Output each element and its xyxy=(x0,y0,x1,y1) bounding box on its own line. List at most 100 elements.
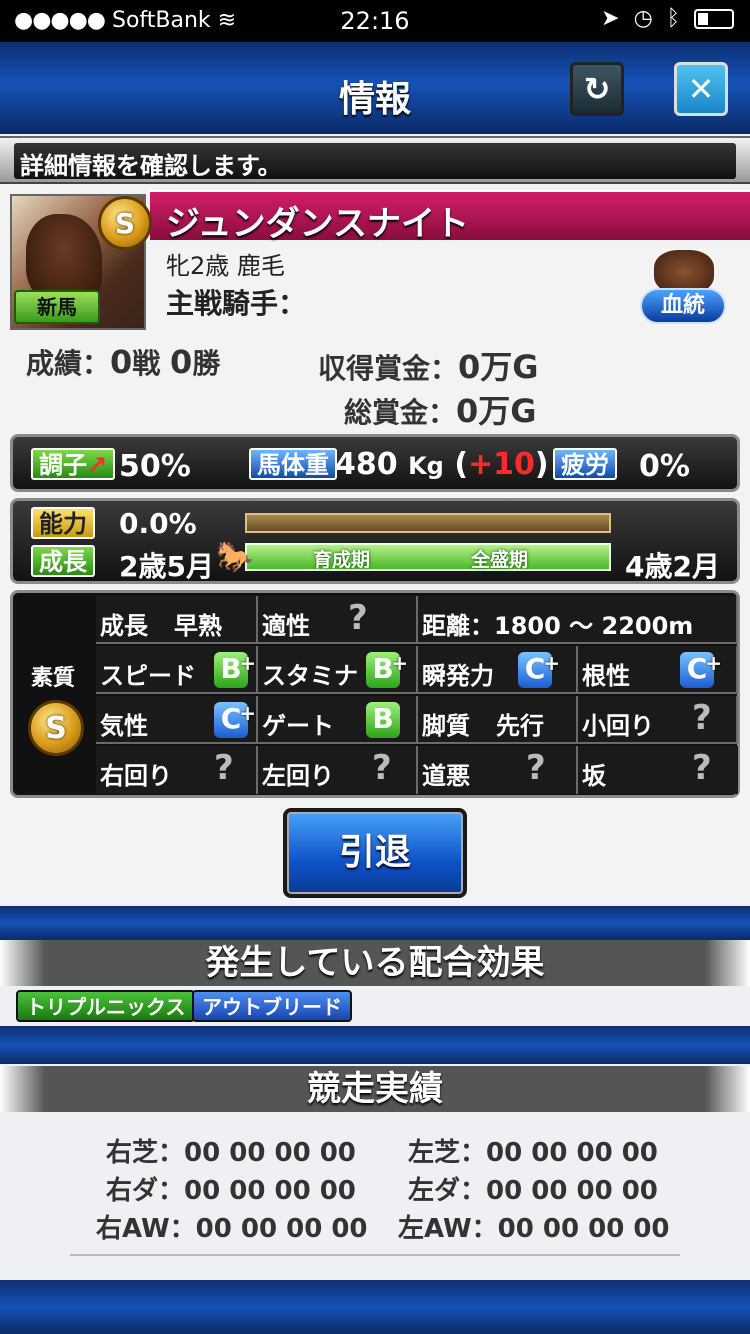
aptitude-rank-badge: S xyxy=(28,700,84,756)
close-button[interactable]: ✕ xyxy=(674,62,728,116)
distance-value: 1800 〜 2200m xyxy=(494,612,694,640)
new-horse-badge: 新馬 xyxy=(14,290,100,324)
tight-turn-label: 小回り xyxy=(582,712,654,740)
paren-close: ) xyxy=(534,447,549,482)
pedigree-label: 血統 xyxy=(640,288,726,324)
left-turn-label: 左回り xyxy=(262,762,334,790)
distance-cell: 距離：1800 〜 2200m xyxy=(418,596,738,644)
plus-icon: + xyxy=(239,701,256,725)
bluetooth-icon: ᛒ xyxy=(666,6,680,31)
growth-type-value: 早熟 xyxy=(174,612,222,640)
refresh-icon: ↻ xyxy=(583,70,611,108)
effect-badge: アウトブリード xyxy=(192,990,352,1022)
result-row: 左ダ：00 00 00 00 xyxy=(408,1170,658,1207)
section-divider xyxy=(0,906,750,940)
fatigue-label: 疲労 xyxy=(553,448,617,480)
left-turn-cell: 左回り? xyxy=(258,746,418,794)
effect-badge: トリプルニックス xyxy=(16,990,196,1022)
guts-label: 根性 xyxy=(582,662,630,690)
unknown-icon: ? xyxy=(348,598,368,638)
temperament-cell: 気性 C + xyxy=(96,696,258,744)
result-row: 右AW：00 00 00 00 xyxy=(96,1208,368,1245)
unknown-icon: ? xyxy=(214,748,234,788)
body-weight: 480 Kg (+10) xyxy=(335,447,549,482)
result-value: 00 00 00 00 xyxy=(184,1176,356,1206)
earned-prize: 収得賞金：0万G xyxy=(318,342,539,388)
races-value: 0 xyxy=(110,343,133,381)
growth-bar: 育成期 全盛期 xyxy=(245,543,611,571)
result-value: 00 00 00 00 xyxy=(486,1138,658,1168)
result-label: 右芝： xyxy=(106,1138,185,1168)
bottom-bar xyxy=(0,1280,750,1334)
growth-label: 成長 xyxy=(31,545,95,577)
growth-end: 4歳2月 xyxy=(625,550,720,583)
wins-value: 0 xyxy=(170,343,193,381)
speed-label: スピード xyxy=(100,662,196,690)
races-unit: 戦 xyxy=(132,347,161,380)
tight-turn-cell: 小回り? xyxy=(578,696,738,744)
horse-name: ジュンダンスナイト xyxy=(150,190,750,244)
condition-row: 調子↗ 50% 馬体重 480 Kg (+10) 疲労 0% xyxy=(10,434,740,492)
earned-prize-label: 収得賞金： xyxy=(318,352,459,385)
aptitude-cell: 適性? xyxy=(258,596,418,644)
result-label: 左芝： xyxy=(408,1138,487,1168)
guts-grade: C + xyxy=(680,651,722,688)
location-icon: ➤ xyxy=(601,6,620,31)
fatigue-value: 0% xyxy=(639,449,690,484)
record-summary: 成績：0戦 0勝 xyxy=(26,342,220,382)
result-row: 右芝：00 00 00 00 xyxy=(106,1132,356,1169)
stamina-grade: B + xyxy=(366,651,408,688)
header-bar: 情報 ↻ ✕ xyxy=(0,42,750,134)
distance-label: 距離： xyxy=(422,612,494,640)
burst-label: 瞬発力 xyxy=(422,662,494,690)
condition-value: 50% xyxy=(119,449,191,484)
info-message-bar: 詳細情報を確認します。 xyxy=(0,136,750,184)
ability-bar xyxy=(245,513,611,533)
condition-label: 調子↗ xyxy=(31,448,116,480)
refresh-button[interactable]: ↻ xyxy=(570,62,624,116)
result-value: 00 00 00 00 xyxy=(486,1176,658,1206)
retire-button[interactable]: 引退 xyxy=(283,808,467,898)
gate-label: ゲート xyxy=(262,712,334,740)
body-weight-diff: +10 xyxy=(468,447,535,482)
earned-prize-value: 0万G xyxy=(458,348,539,386)
burst-grade: C + xyxy=(518,651,560,688)
body-weight-label: 馬体重 xyxy=(249,448,337,480)
pedigree-button[interactable]: 血統 xyxy=(640,250,728,328)
result-row: 左AW：00 00 00 00 xyxy=(398,1208,670,1245)
right-turn-label: 右回り xyxy=(100,762,172,790)
result-value: 00 00 00 00 xyxy=(497,1214,670,1244)
ability-growth-row: 能力 0.0% 成長 2歳5月 4歳2月 xyxy=(10,498,740,584)
unknown-icon: ? xyxy=(526,748,546,788)
status-icons: ➤ ◷ ᛒ xyxy=(601,6,734,31)
body-weight-value: 480 xyxy=(335,447,398,482)
results-title: 競走実績 xyxy=(0,1066,750,1112)
unknown-icon: ? xyxy=(692,698,712,738)
aptitude-label: 適性 xyxy=(262,612,310,640)
growth-type-label: 成長 xyxy=(100,612,148,640)
horse-sex-age-coat: 牝2歳 鹿毛 xyxy=(166,252,285,280)
page-title: 情報 xyxy=(338,79,411,120)
body-weight-unit: Kg xyxy=(408,452,444,480)
result-label: 左ダ： xyxy=(408,1176,487,1206)
result-row: 左芝：00 00 00 00 xyxy=(408,1132,658,1169)
plus-icon: + xyxy=(391,651,408,675)
gate-cell: ゲート B xyxy=(258,696,418,744)
guts-cell: 根性 C + xyxy=(578,646,738,694)
plus-icon: + xyxy=(239,651,256,675)
total-prize-value: 0万G xyxy=(456,392,537,430)
result-label: 右AW： xyxy=(96,1214,196,1244)
section-divider xyxy=(0,1026,750,1064)
aptitude-side-label: 素質 xyxy=(30,666,75,691)
bad-track-cell: 道悪? xyxy=(418,746,578,794)
burst-cell: 瞬発力 C + xyxy=(418,646,578,694)
total-prize: 総賞金：0万G xyxy=(344,386,537,432)
growth-phase-2: 全盛期 xyxy=(471,549,529,571)
close-icon: ✕ xyxy=(687,70,715,108)
result-label: 右ダ： xyxy=(106,1176,185,1206)
running-horse-icon: 🐎 xyxy=(216,540,254,575)
unknown-icon: ? xyxy=(692,748,712,788)
info-message: 詳細情報を確認します。 xyxy=(14,143,736,180)
status-bar: ●●●●● SoftBank ≋ 22:16 ➤ ◷ ᛒ xyxy=(0,0,750,42)
running-style-label: 脚質 xyxy=(422,712,470,740)
